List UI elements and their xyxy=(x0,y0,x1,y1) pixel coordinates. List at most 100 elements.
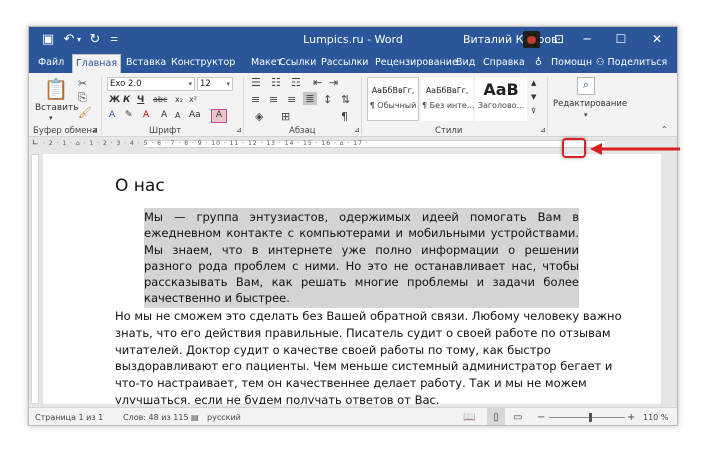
share-button[interactable]: ⚇ Поделиться xyxy=(596,52,667,73)
tab-review[interactable]: Рецензирование xyxy=(375,52,458,73)
undo-dropdown-icon[interactable]: ▾ xyxy=(75,31,83,48)
user-name[interactable]: Виталий Каиров xyxy=(463,27,558,52)
text-effects-icon[interactable]: A xyxy=(109,110,115,120)
proofing-icon[interactable]: ▤ xyxy=(191,408,199,425)
sort-icon[interactable]: ⇅ xyxy=(341,93,350,106)
zoom-level[interactable]: 110 % xyxy=(643,408,668,425)
minimize-button[interactable]: ─ xyxy=(573,27,601,52)
bold-button[interactable]: Ж xyxy=(109,95,120,105)
style-normal[interactable]: АаБбВвГг, ¶ Обычный xyxy=(367,77,419,121)
title-bar: ▣ ↶ ▾ ↻ ⚌ Lumpics.ru - Word Виталий Каир… xyxy=(29,27,677,52)
page-count[interactable]: Страница 1 из 1 xyxy=(35,408,103,425)
font-size-select[interactable]: 12 xyxy=(197,77,233,91)
styles-launcher-icon[interactable]: ⊿ xyxy=(540,126,546,134)
zoom-out-icon[interactable]: − xyxy=(537,408,545,425)
style-no-spacing[interactable]: АаБбВвГг, ¶ Без инте... xyxy=(421,77,475,121)
print-layout-icon[interactable]: ▯ xyxy=(487,408,505,425)
shading-icon[interactable]: ◈ xyxy=(255,110,263,123)
read-mode-icon[interactable]: 📖 xyxy=(463,408,475,425)
style-heading[interactable]: АаВ Заголово... xyxy=(475,77,527,121)
tell-me-button[interactable]: Помощн xyxy=(551,52,592,73)
superscript-icon[interactable]: x² xyxy=(189,95,197,104)
clipboard-launcher-icon[interactable]: ⊿ xyxy=(92,126,98,134)
close-button[interactable]: ✕ xyxy=(643,27,671,52)
document-page[interactable]: О нас Мы — группа энтузиастов, одержимых… xyxy=(43,154,661,404)
strikethrough-button[interactable]: abc xyxy=(153,95,167,104)
align-right-icon[interactable]: ≡ xyxy=(287,93,296,106)
tab-file[interactable]: Файл xyxy=(38,52,64,73)
multilevel-list-icon[interactable]: ☶ xyxy=(291,76,301,89)
tab-help[interactable]: Справка xyxy=(483,52,525,73)
editing-button[interactable]: Редактирование xyxy=(553,99,627,109)
avatar[interactable] xyxy=(523,31,540,48)
cut-icon[interactable]: ✂ xyxy=(78,77,87,90)
styles-scroll-down-icon[interactable]: ▼ xyxy=(531,93,536,101)
zoom-in-icon[interactable]: + xyxy=(627,408,635,425)
maximize-button[interactable]: ☐ xyxy=(607,27,635,52)
font-launcher-icon[interactable]: ⊿ xyxy=(236,126,242,134)
highlight-icon[interactable]: ✎ xyxy=(125,110,133,120)
collapse-ribbon-icon[interactable]: ⌃ xyxy=(661,125,668,134)
tab-mailings[interactable]: Рассылки xyxy=(321,52,368,73)
show-marks-icon[interactable]: ¶ xyxy=(341,110,348,123)
styles-more-icon[interactable]: ⊽ xyxy=(531,107,536,115)
font-name-select[interactable]: Exo 2.0 xyxy=(107,77,195,91)
zoom-slider-thumb[interactable] xyxy=(589,413,592,422)
format-painter-icon[interactable]: 🖌 xyxy=(78,106,92,119)
tab-references[interactable]: Ссылки xyxy=(279,52,316,73)
paragraph-launcher-icon[interactable]: ⊿ xyxy=(354,126,360,134)
editing-dropdown-icon[interactable]: ▾ xyxy=(584,111,588,119)
clear-formatting-icon[interactable]: A xyxy=(211,109,227,123)
separator xyxy=(101,77,102,135)
tab-view[interactable]: Вид xyxy=(456,52,475,73)
style-name: ¶ Без инте... xyxy=(422,101,475,110)
font-color-icon[interactable]: A xyxy=(143,110,149,120)
grow-font-icon[interactable]: A xyxy=(161,110,167,120)
bullets-icon[interactable]: ☰ xyxy=(251,76,261,89)
word-count[interactable]: Слов: 48 из 115 xyxy=(123,408,189,425)
align-left-icon[interactable]: ≡ xyxy=(251,93,260,106)
separator xyxy=(547,77,548,135)
italic-button[interactable]: К xyxy=(123,95,130,105)
tab-home[interactable]: Главная xyxy=(72,54,122,73)
tab-selector-icon[interactable]: ∟ xyxy=(32,138,39,147)
decrease-indent-icon[interactable]: ⇤ xyxy=(313,76,322,89)
copy-icon[interactable]: ⎘ xyxy=(78,91,87,105)
web-layout-icon[interactable]: ▭ xyxy=(513,408,522,425)
zoom-slider[interactable] xyxy=(549,417,625,418)
paste-icon[interactable]: 📋 xyxy=(43,77,69,101)
paragraph-group-label: Абзац xyxy=(289,126,316,136)
tab-design[interactable]: Конструктор xyxy=(171,52,235,73)
styles-scroll-up-icon[interactable]: ▲ xyxy=(531,79,536,87)
paste-dropdown-icon[interactable]: ▾ xyxy=(49,114,53,122)
change-case-icon[interactable]: Aa xyxy=(189,110,201,120)
vertical-ruler[interactable] xyxy=(31,154,39,404)
undo-icon[interactable]: ↶ xyxy=(63,31,75,48)
style-sample: АаВ xyxy=(483,80,519,99)
customize-qat-icon[interactable]: ⚌ xyxy=(109,31,119,48)
numbering-icon[interactable]: ☷ xyxy=(271,76,281,89)
borders-icon[interactable]: ⊞ xyxy=(281,110,290,123)
tab-layout[interactable]: Макет xyxy=(251,52,282,73)
document-heading[interactable]: О нас xyxy=(115,176,165,196)
tab-insert[interactable]: Вставка xyxy=(126,52,166,73)
justify-icon[interactable]: ≣ xyxy=(303,92,317,105)
paste-button[interactable]: Вставить xyxy=(35,103,79,113)
subscript-icon[interactable]: x₂ xyxy=(175,95,183,104)
align-center-icon[interactable]: ≡ xyxy=(269,93,278,106)
save-icon[interactable]: ▣ xyxy=(41,31,55,48)
ribbon-tabs: Файл Главная Вставка Конструктор Макет С… xyxy=(29,52,677,73)
search-icon[interactable]: ⌕ xyxy=(577,77,595,95)
share-icon: ⚇ xyxy=(596,57,608,68)
shrink-font-icon[interactable]: A xyxy=(175,111,180,120)
highlight-annotation-box xyxy=(562,138,586,158)
language-status[interactable]: русский xyxy=(207,408,241,425)
selected-paragraph[interactable]: Мы — группа энтузиастов, одержимых идеей… xyxy=(144,208,579,308)
line-spacing-icon[interactable]: ↕ xyxy=(323,93,332,106)
redo-icon[interactable]: ↻ xyxy=(89,31,101,48)
underline-button[interactable]: Ч xyxy=(137,95,144,105)
increase-indent-icon[interactable]: ⇥ xyxy=(329,76,338,89)
separator xyxy=(361,77,362,135)
ribbon-display-options-icon[interactable]: ⊡ xyxy=(545,27,573,52)
body-paragraph[interactable]: Но мы не сможем это сделать без Вашей об… xyxy=(115,308,625,404)
